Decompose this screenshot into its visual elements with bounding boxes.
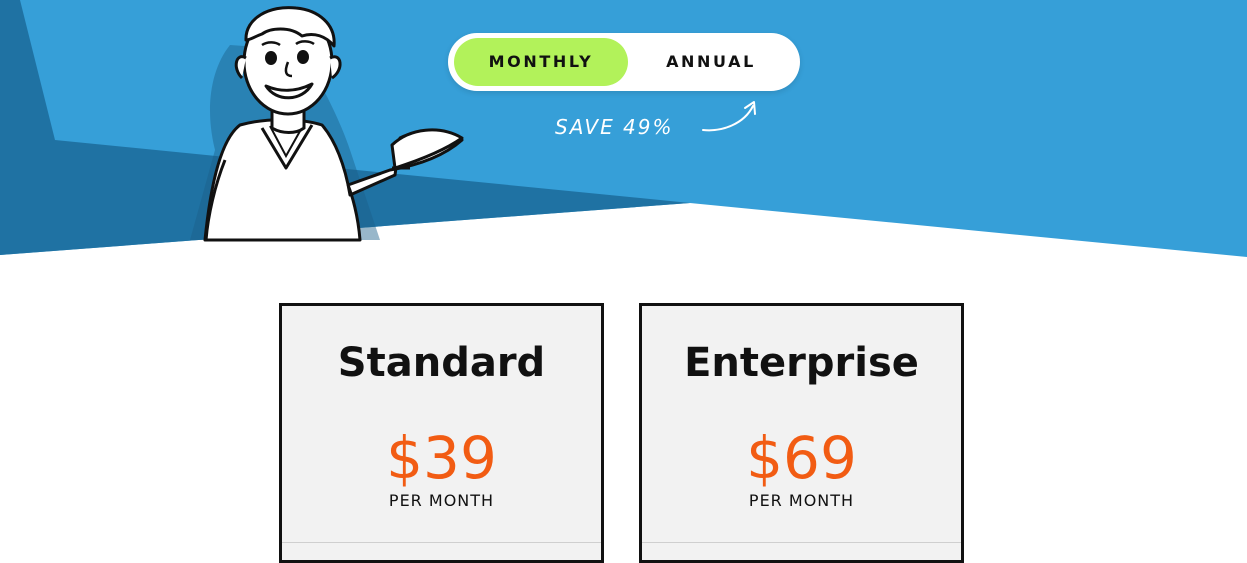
plan-period: PER MONTH bbox=[748, 491, 855, 510]
monthly-toggle-button[interactable]: MONTHLY bbox=[454, 38, 628, 86]
plan-price: $39 bbox=[386, 424, 497, 492]
plan-name: Enterprise bbox=[684, 340, 919, 386]
curved-arrow-icon bbox=[702, 101, 756, 132]
save-note-text: SAVE 49% bbox=[555, 115, 674, 139]
card-divider bbox=[642, 542, 961, 543]
plan-price: $69 bbox=[746, 424, 857, 492]
plan-name: Standard bbox=[337, 340, 546, 386]
billing-toggle: MONTHLY ANNUAL bbox=[448, 33, 800, 91]
annual-toggle-button[interactable]: ANNUAL bbox=[628, 38, 794, 86]
plan-period: PER MONTH bbox=[388, 491, 495, 510]
pricing-card-standard: Standard $39 PER MONTH bbox=[279, 303, 604, 563]
card-divider bbox=[282, 542, 601, 543]
pricing-card-enterprise: Enterprise $69 PER MONTH bbox=[639, 303, 964, 563]
